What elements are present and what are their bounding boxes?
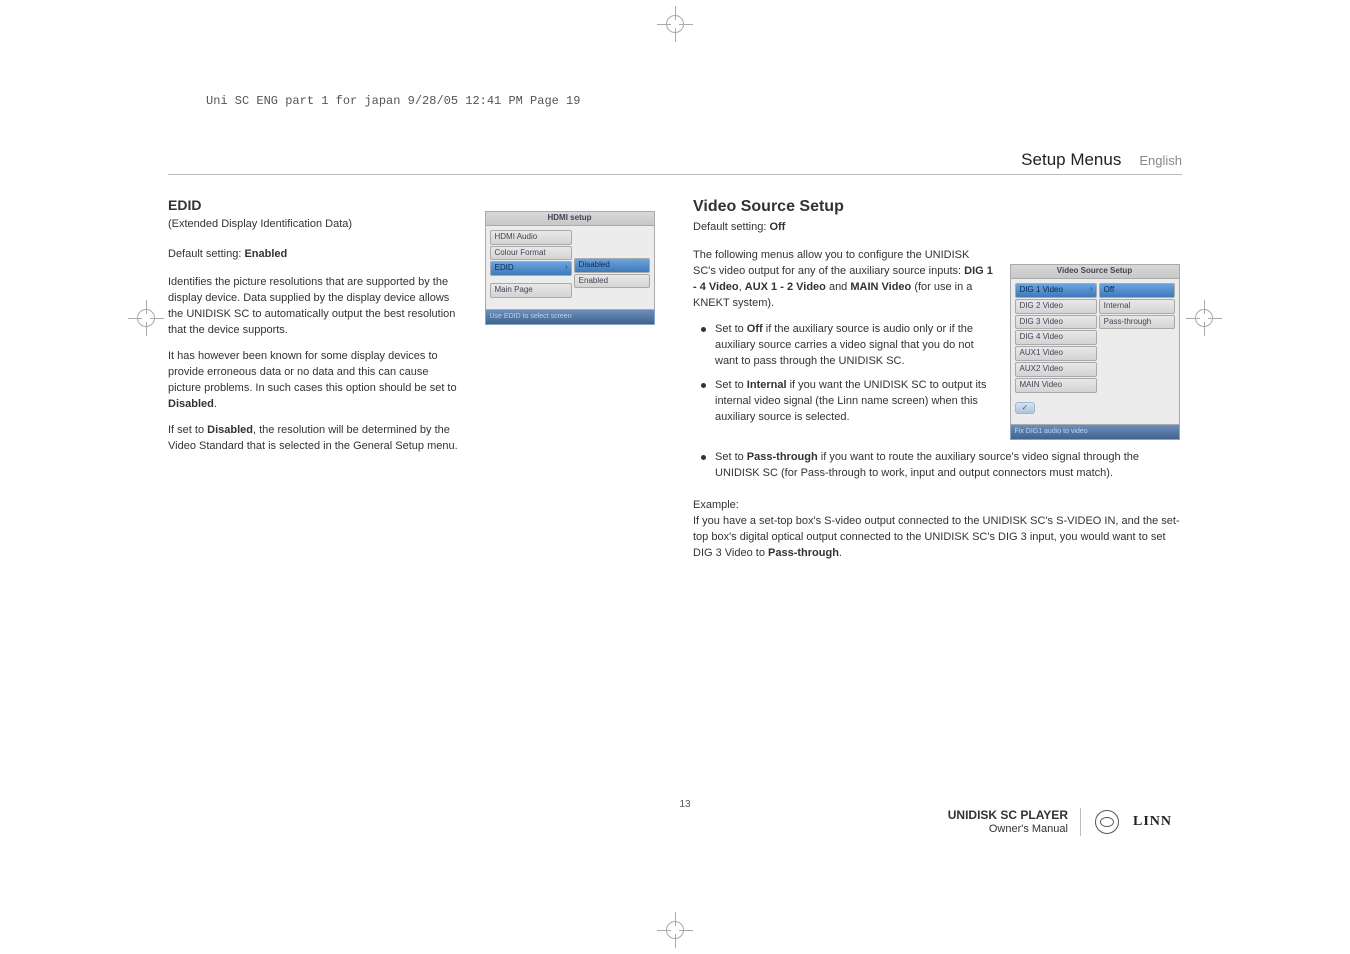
menu-option: Pass-through (1099, 315, 1175, 330)
menu-item: AUX2 Video (1015, 362, 1097, 377)
vss-p1a: The following menus allow you to configu… (693, 249, 969, 277)
menu-item: AUX1 Video (1015, 346, 1097, 361)
example-text: If you have a set-top box's S-video outp… (693, 515, 1180, 559)
product-label: UNIDISK SC PLAYER Owner's Manual (948, 808, 1081, 836)
menu-item-selected: EDID (490, 261, 572, 276)
b2a: Set to (715, 379, 747, 391)
vss-p1b3: MAIN Video (850, 281, 911, 293)
edid-subtitle: (Extended Display Identification Data) (168, 217, 464, 233)
page-header: Setup Menus English (168, 150, 1182, 175)
crop-mark (657, 6, 693, 42)
vss-default-label: Default setting: (693, 221, 769, 233)
menu-item: Colour Format (490, 246, 572, 261)
menu-item: HDMI Audio (490, 230, 572, 245)
vss-default-value: Off (769, 221, 785, 233)
edid-p3: If set to Disabled, the resolution will … (168, 423, 464, 455)
figure-title: Video Source Setup (1010, 264, 1180, 279)
column-left: EDID (Extended Display Identification Da… (168, 195, 657, 572)
page-number: 13 (178, 799, 1192, 810)
b3a: Set to (715, 451, 747, 463)
product-name: UNIDISK SC PLAYER (948, 808, 1068, 822)
vss-bullet-2: Set to Internal if you want the UNIDISK … (715, 378, 995, 426)
page-title: Setup Menus (1021, 150, 1121, 170)
example-heading: Example: (693, 498, 1182, 514)
menu-item: MAIN Video (1015, 378, 1097, 393)
page-language: English (1139, 153, 1182, 168)
menu-item: Main Page (490, 283, 572, 298)
figure-title: HDMI setup (485, 211, 655, 226)
edid-default: Default setting: Enabled (168, 247, 464, 263)
figure-hdmi-setup: HDMI setup HDMI Audio Colour Format EDID… (485, 211, 655, 325)
menu-item: DIG 3 Video (1015, 315, 1097, 330)
menu-item-selected: DIG 1 Video (1015, 283, 1097, 298)
crop-mark (128, 300, 164, 336)
vss-p1b2: AUX 1 - 2 Video (745, 281, 826, 293)
menu-option-selected: Disabled (574, 258, 650, 273)
edid-p2-text: It has however been known for some displ… (168, 350, 457, 394)
b3b: Pass-through (747, 451, 818, 463)
b2b: Internal (747, 379, 787, 391)
edid-heading: EDID (168, 195, 464, 215)
example-bold: Pass-through (768, 547, 839, 559)
figure-video-source-setup: Video Source Setup DIG 1 Video DIG 2 Vid… (1010, 264, 1180, 440)
vss-bullets-cont: Set to Pass-through if you want to route… (693, 450, 1182, 482)
b1a: Set to (715, 323, 747, 335)
figure-caption: Use EDID to select screen (485, 310, 655, 325)
edid-default-label: Default setting: (168, 248, 244, 260)
crop-mark (657, 912, 693, 948)
example-tail: . (839, 547, 842, 559)
vss-bullets: Set to Off if the auxiliary source is au… (693, 322, 995, 426)
vss-default: Default setting: Off (693, 220, 1182, 236)
vss-bullet-1: Set to Off if the auxiliary source is au… (715, 322, 995, 370)
brand-logo: LINN (1133, 814, 1172, 830)
menu-option-selected: Off (1099, 283, 1175, 298)
edid-p3a: If set to (168, 424, 207, 436)
menu-item: DIG 4 Video (1015, 330, 1097, 345)
vss-p1: The following menus allow you to configu… (693, 248, 995, 312)
vss-p1s2: and (826, 281, 850, 293)
vss-heading: Video Source Setup (693, 195, 1182, 218)
menu-item: DIG 2 Video (1015, 299, 1097, 314)
edid-p1: Identifies the picture resolutions that … (168, 275, 464, 339)
edid-p2-bold: Disabled (168, 398, 214, 410)
crop-mark (1186, 300, 1222, 336)
disc-icon (1095, 810, 1119, 834)
example-body: If you have a set-top box's S-video outp… (693, 514, 1182, 562)
product-subtitle: Owner's Manual (948, 823, 1068, 836)
edid-p2-tail: . (214, 398, 217, 410)
confirm-tick-icon: ✓ (1015, 402, 1036, 415)
column-right: Video Source Setup Default setting: Off … (693, 195, 1182, 572)
menu-option: Enabled (574, 274, 650, 289)
page-footer: 13 UNIDISK SC PLAYER Owner's Manual LINN (168, 808, 1182, 836)
vss-bullet-3: Set to Pass-through if you want to route… (715, 450, 1182, 482)
menu-option: Internal (1099, 299, 1175, 314)
figure-caption: Fix DIG1 audio to video (1010, 425, 1180, 440)
print-slug-line: Uni SC ENG part 1 for japan 9/28/05 12:4… (206, 94, 580, 108)
b1b: Off (747, 323, 763, 335)
edid-p2: It has however been known for some displ… (168, 349, 464, 413)
page-body: Setup Menus English EDID (Extended Displ… (168, 150, 1182, 854)
edid-default-value: Enabled (244, 248, 287, 260)
edid-p3b: Disabled (207, 424, 253, 436)
